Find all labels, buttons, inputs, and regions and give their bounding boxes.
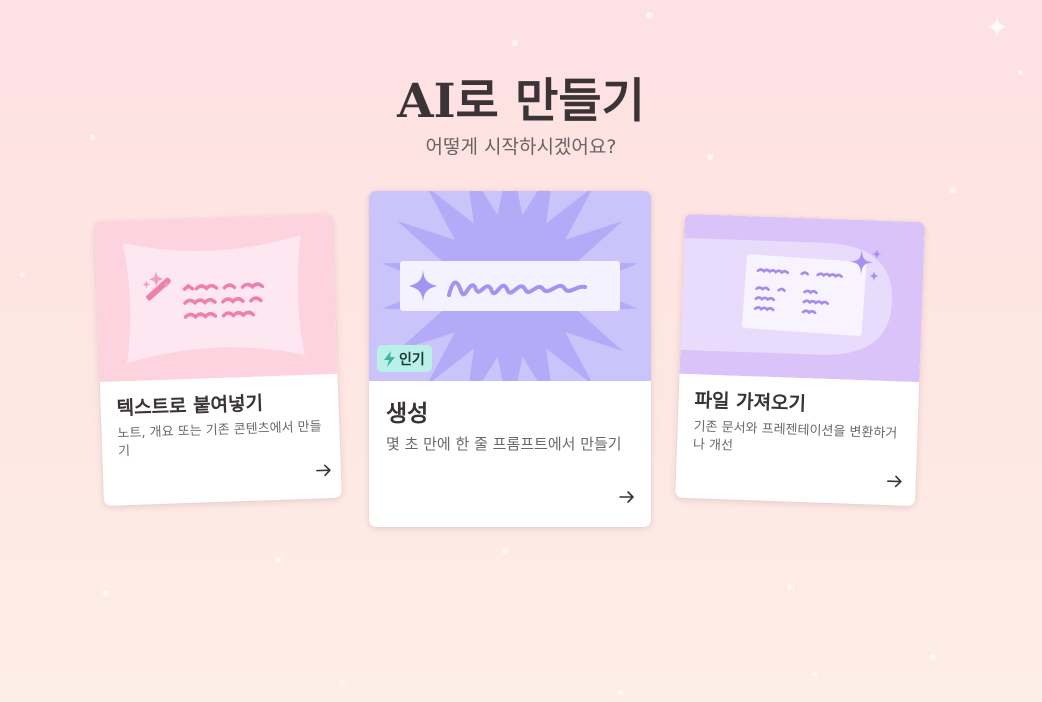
star-sparkle-icon (986, 16, 1008, 38)
background-sparkle (340, 680, 345, 685)
generate-card[interactable]: 인기 생성 몇 초 만에 한 줄 프롬프트에서 만들기 (369, 191, 651, 527)
background-sparkle (275, 557, 281, 563)
import-file-description: 기존 문서와 프레젠테이션을 변환하거나 개선 (692, 419, 898, 454)
import-file-illustration (679, 213, 925, 383)
background-sparkle (646, 12, 653, 19)
paste-text-illustration (94, 213, 338, 383)
popular-badge-label: 인기 (399, 351, 425, 368)
background-sparkle (20, 272, 25, 277)
background-sparkle (618, 690, 623, 695)
background-sparkle (930, 654, 936, 660)
popular-badge: 인기 (377, 345, 432, 372)
paste-text-description: 노트, 개요 또는 기존 콘텐츠에서 만들기 (117, 419, 322, 460)
background-sparkle (812, 672, 817, 677)
lightning-icon (384, 350, 395, 367)
background-sparkle (787, 584, 793, 590)
import-file-card[interactable]: 파일 가져오기 기존 문서와 프레젠테이션을 변환하거나 개선 (675, 213, 925, 507)
arrow-right-icon[interactable] (886, 473, 905, 490)
paste-text-card[interactable]: 텍스트로 붙여넣기 노트, 개요 또는 기존 콘텐츠에서 만들기 (94, 213, 342, 507)
background-sparkle (502, 548, 508, 554)
page-subtitle: 어떻게 시작하시겠어요? (425, 136, 617, 158)
background-sparkle (950, 188, 956, 194)
background-sparkle (103, 590, 109, 596)
generate-title: 생성 (386, 401, 429, 427)
arrow-right-icon[interactable] (315, 462, 334, 479)
generate-description: 몇 초 만에 한 줄 프롬프트에서 만들기 (386, 435, 622, 453)
import-file-title: 파일 가져오기 (694, 389, 807, 416)
background-sparkle (512, 40, 518, 46)
page-title: AI로 만들기 (397, 74, 645, 129)
paste-text-title: 텍스트로 붙여넣기 (116, 392, 264, 420)
arrow-right-icon[interactable] (618, 489, 636, 505)
